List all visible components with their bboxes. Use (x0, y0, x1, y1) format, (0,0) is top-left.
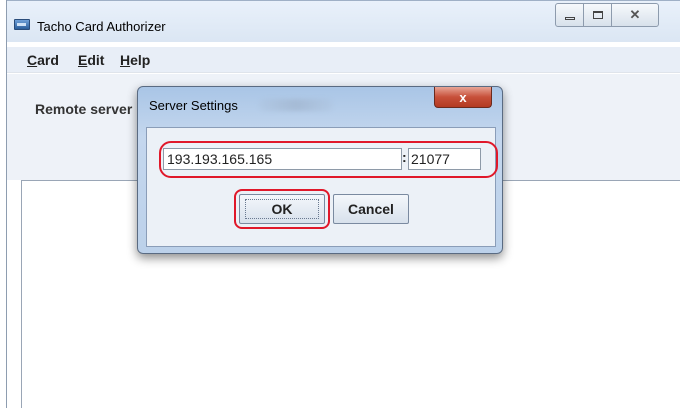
blurred-title-text (259, 99, 333, 111)
dialog-title: Server Settings (149, 98, 238, 113)
menu-help[interactable]: Help (120, 52, 150, 68)
maximize-button[interactable] (583, 3, 612, 27)
app-card-icon (14, 19, 30, 30)
dialog-close-icon: x (459, 89, 467, 105)
server-port-input[interactable] (408, 148, 481, 170)
menu-card-mnemonic: C (27, 52, 38, 68)
dialog-close-button[interactable]: x (434, 87, 492, 108)
close-button[interactable]: ✕ (611, 3, 659, 27)
remote-server-label: Remote server (35, 101, 133, 117)
cancel-button-label: Cancel (348, 201, 394, 217)
cancel-button[interactable]: Cancel (333, 194, 409, 224)
menu-help-mnemonic: H (120, 52, 131, 68)
ok-focus-ring (245, 199, 319, 219)
window-titlebar[interactable]: Tacho Card Authorizer ✕ (7, 0, 680, 42)
menu-edit[interactable]: Edit (78, 52, 104, 68)
menu-edit-label: dit (87, 52, 105, 68)
menu-card-label: ard (37, 52, 59, 68)
host-port-separator: : (402, 149, 407, 165)
minimize-button[interactable] (555, 3, 584, 27)
menu-bar: Card Edit Help (7, 47, 680, 73)
server-settings-dialog: Server Settings x : OK Cancel (137, 86, 503, 254)
maximize-icon (592, 11, 603, 19)
server-host-input[interactable] (163, 148, 402, 170)
menu-edit-mnemonic: E (78, 52, 88, 68)
ok-button[interactable]: OK (239, 194, 325, 224)
minimize-icon (564, 16, 575, 20)
window-title: Tacho Card Authorizer (37, 19, 166, 34)
close-icon: ✕ (629, 7, 641, 22)
menu-help-label: elp (130, 52, 151, 68)
menu-card[interactable]: Card (27, 52, 59, 68)
dialog-body: : OK Cancel (146, 127, 498, 247)
